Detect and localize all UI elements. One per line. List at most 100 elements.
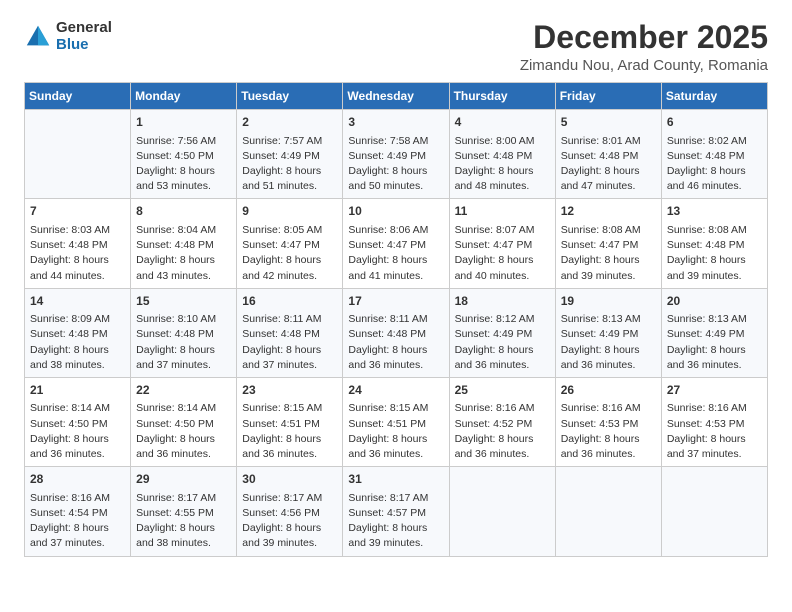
- sunset-text: Sunset: 4:54 PM: [30, 507, 108, 519]
- day-number: 15: [136, 293, 231, 310]
- day-cell-content: 18 Sunrise: 8:12 AM Sunset: 4:49 PM Dayligh…: [455, 293, 550, 373]
- daylight-text: Daylight: 8 hours and 36 minutes.: [30, 433, 109, 460]
- month-title: December 2025: [520, 20, 768, 55]
- daylight-text: Daylight: 8 hours and 37 minutes.: [667, 433, 746, 460]
- day-cell-content: 12Sunrise: 8:08 AMSunset: 4:47 PMDayligh…: [561, 203, 656, 283]
- logo: General Blue: [24, 20, 112, 53]
- sunrise-text: Sunrise: 8:11 AM: [348, 313, 427, 325]
- sunrise-text: Sunrise: 7:58 AM: [348, 135, 428, 147]
- sunrise-text: Sunrise: 8:12 AM: [455, 313, 535, 325]
- sunrise-text: Sunrise: 8:01 AM: [561, 135, 641, 147]
- day-number: 23: [242, 382, 337, 399]
- calendar-day-cell: 30Sunrise: 8:17 AMSunset: 4:56 PMDayligh…: [237, 467, 343, 556]
- daylight-text: Daylight: 8 hours and 39 minutes.: [667, 254, 746, 281]
- calendar-week-row: 14Sunrise: 8:09 AMSunset: 4:48 PMDayligh…: [25, 288, 768, 377]
- day-number: 9: [242, 203, 337, 220]
- day-number: 26: [561, 382, 656, 399]
- daylight-text: Daylight: 8 hours and 39 minutes.: [561, 254, 640, 281]
- calendar-day-cell: 13Sunrise: 8:08 AMSunset: 4:48 PMDayligh…: [661, 199, 767, 288]
- sunrise-text: Sunrise: 8:17 AM: [136, 492, 216, 504]
- day-cell-content: 23Sunrise: 8:15 AMSunset: 4:51 PMDayligh…: [242, 382, 337, 462]
- daylight-text: Daylight: 8 hours and 38 minutes.: [136, 522, 215, 549]
- calendar-week-row: 28Sunrise: 8:16 AMSunset: 4:54 PMDayligh…: [25, 467, 768, 556]
- sunset-text: Sunset: 4:50 PM: [136, 150, 214, 162]
- sunrise-text: Sunrise: 7:56 AM: [136, 135, 216, 147]
- sunset-text: Sunset: 4:47 PM: [561, 239, 639, 251]
- calendar-week-row: 21 Sunrise: 8:14 AM Sunset: 4:50 PM Dayligh…: [25, 377, 768, 466]
- logo-blue-text: Blue: [56, 37, 112, 54]
- calendar-day-cell: 20Sunrise: 8:13 AMSunset: 4:49 PMDayligh…: [661, 288, 767, 377]
- day-number: 21: [30, 382, 125, 399]
- daylight-text: Daylight: 8 hours and 36 minutes.: [455, 344, 534, 371]
- day-number: 11: [455, 203, 550, 220]
- day-cell-content: 2Sunrise: 7:57 AMSunset: 4:49 PMDaylight…: [242, 114, 337, 194]
- logo-text: General Blue: [56, 20, 112, 53]
- calendar-day-cell: 5Sunrise: 8:01 AMSunset: 4:48 PMDaylight…: [555, 110, 661, 199]
- daylight-text: Daylight: 8 hours and 43 minutes.: [136, 254, 215, 281]
- day-cell-content: 17Sunrise: 8:11 AMSunset: 4:48 PMDayligh…: [348, 293, 443, 373]
- day-cell-content: 28Sunrise: 8:16 AMSunset: 4:54 PMDayligh…: [30, 471, 125, 551]
- sunset-text: Sunset: 4:48 PM: [667, 150, 745, 162]
- daylight-text: Daylight: 8 hours and 48 minutes.: [455, 165, 534, 192]
- calendar-day-cell: 8Sunrise: 8:04 AMSunset: 4:48 PMDaylight…: [131, 199, 237, 288]
- calendar-day-cell: 28Sunrise: 8:16 AMSunset: 4:54 PMDayligh…: [25, 467, 131, 556]
- sunset-text: Sunset: 4:47 PM: [348, 239, 426, 251]
- sunrise-text: Sunrise: 8:13 AM: [667, 313, 747, 325]
- daylight-text: Daylight: 8 hours and 50 minutes.: [348, 165, 427, 192]
- sunrise-text: Sunrise: 8:16 AM: [455, 402, 535, 414]
- sunset-text: Sunset: 4:50 PM: [136, 418, 214, 430]
- day-cell-content: 27Sunrise: 8:16 AMSunset: 4:53 PMDayligh…: [667, 382, 762, 462]
- day-cell-content: 10Sunrise: 8:06 AMSunset: 4:47 PMDayligh…: [348, 203, 443, 283]
- sunset-text: Sunset: 4:49 PM: [561, 328, 639, 340]
- day-cell-content: 16Sunrise: 8:11 AMSunset: 4:48 PMDayligh…: [242, 293, 337, 373]
- calendar-day-cell: 21Sunrise: 8:14 AMSunset: 4:50 PMDayligh…: [25, 377, 131, 466]
- calendar-day-cell: 9 Sunrise: 8:05 AM Sunset: 4:47 PM Daylight…: [237, 199, 343, 288]
- day-number: 29: [136, 471, 231, 488]
- day-number: 3: [348, 114, 443, 131]
- sunset-text: Sunset: 4:48 PM: [30, 328, 108, 340]
- sunset-text: Sunset: 4:55 PM: [136, 507, 214, 519]
- sunset-text: Sunset: 4:48 PM: [136, 239, 214, 251]
- sunset-text: Sunset: 4:48 PM: [136, 328, 214, 340]
- calendar-day-cell: 17Sunrise: 8:11 AMSunset: 4:48 PMDayligh…: [343, 288, 449, 377]
- day-cell-content: 11Sunrise: 8:07 AMSunset: 4:47 PMDayligh…: [455, 203, 550, 283]
- day-number: 16: [242, 293, 337, 310]
- sunset-text: Sunset: 4:51 PM: [242, 418, 320, 430]
- sunset-text: Sunset: 4:49 PM: [667, 328, 745, 340]
- sunrise-text: Sunrise: 8:17 AM: [348, 492, 428, 504]
- day-number: 2: [242, 114, 337, 131]
- sunset-text: Sunset: 4:47 PM: [242, 239, 320, 251]
- calendar-day-cell: [449, 467, 555, 556]
- sunrise-text: Sunrise: 8:08 AM: [561, 224, 641, 236]
- daylight-text: Daylight: 8 hours and 53 minutes.: [136, 165, 215, 192]
- day-number: 18: [455, 293, 550, 310]
- sunrise-text: Sunrise: 8:16 AM: [667, 402, 747, 414]
- calendar-day-cell: 16Sunrise: 8:11 AMSunset: 4:48 PMDayligh…: [237, 288, 343, 377]
- location-title: Zimandu Nou, Arad County, Romania: [520, 57, 768, 74]
- sunrise-text: Sunrise: 8:02 AM: [667, 135, 747, 147]
- daylight-text: Daylight: 8 hours and 37 minutes.: [30, 522, 109, 549]
- daylight-text: Daylight: 8 hours and 39 minutes.: [242, 522, 321, 549]
- calendar-day-cell: 10Sunrise: 8:06 AMSunset: 4:47 PMDayligh…: [343, 199, 449, 288]
- calendar-day-cell: 18 Sunrise: 8:12 AM Sunset: 4:49 PM Dayligh…: [449, 288, 555, 377]
- sunset-text: Sunset: 4:47 PM: [455, 239, 533, 251]
- day-number: 5: [561, 114, 656, 131]
- day-cell-content: 24Sunrise: 8:15 AMSunset: 4:51 PMDayligh…: [348, 382, 443, 462]
- day-cell-content: 6Sunrise: 8:02 AMSunset: 4:48 PMDaylight…: [667, 114, 762, 194]
- daylight-text: Daylight: 8 hours and 36 minutes.: [561, 344, 640, 371]
- sunset-text: Sunset: 4:56 PM: [242, 507, 320, 519]
- sunset-text: Sunset: 4:52 PM: [455, 418, 533, 430]
- sunset-text: Sunset: 4:49 PM: [455, 328, 533, 340]
- calendar-day-cell: 29 Sunrise: 8:17 AM Sunset: 4:55 PM Dayligh…: [131, 467, 237, 556]
- daylight-text: Daylight: 8 hours and 42 minutes.: [242, 254, 321, 281]
- sunrise-text: Sunrise: 8:14 AM: [136, 402, 216, 414]
- day-cell-content: 5Sunrise: 8:01 AMSunset: 4:48 PMDaylight…: [561, 114, 656, 194]
- sunrise-text: Sunrise: 8:05 AM: [242, 224, 322, 236]
- day-number: 1: [136, 114, 231, 131]
- sunset-text: Sunset: 4:48 PM: [30, 239, 108, 251]
- calendar-day-cell: 23Sunrise: 8:15 AMSunset: 4:51 PMDayligh…: [237, 377, 343, 466]
- day-cell-content: 26Sunrise: 8:16 AMSunset: 4:53 PMDayligh…: [561, 382, 656, 462]
- day-cell-content: 13Sunrise: 8:08 AMSunset: 4:48 PMDayligh…: [667, 203, 762, 283]
- day-cell-content: 21Sunrise: 8:14 AMSunset: 4:50 PMDayligh…: [30, 382, 125, 462]
- sunset-text: Sunset: 4:48 PM: [561, 150, 639, 162]
